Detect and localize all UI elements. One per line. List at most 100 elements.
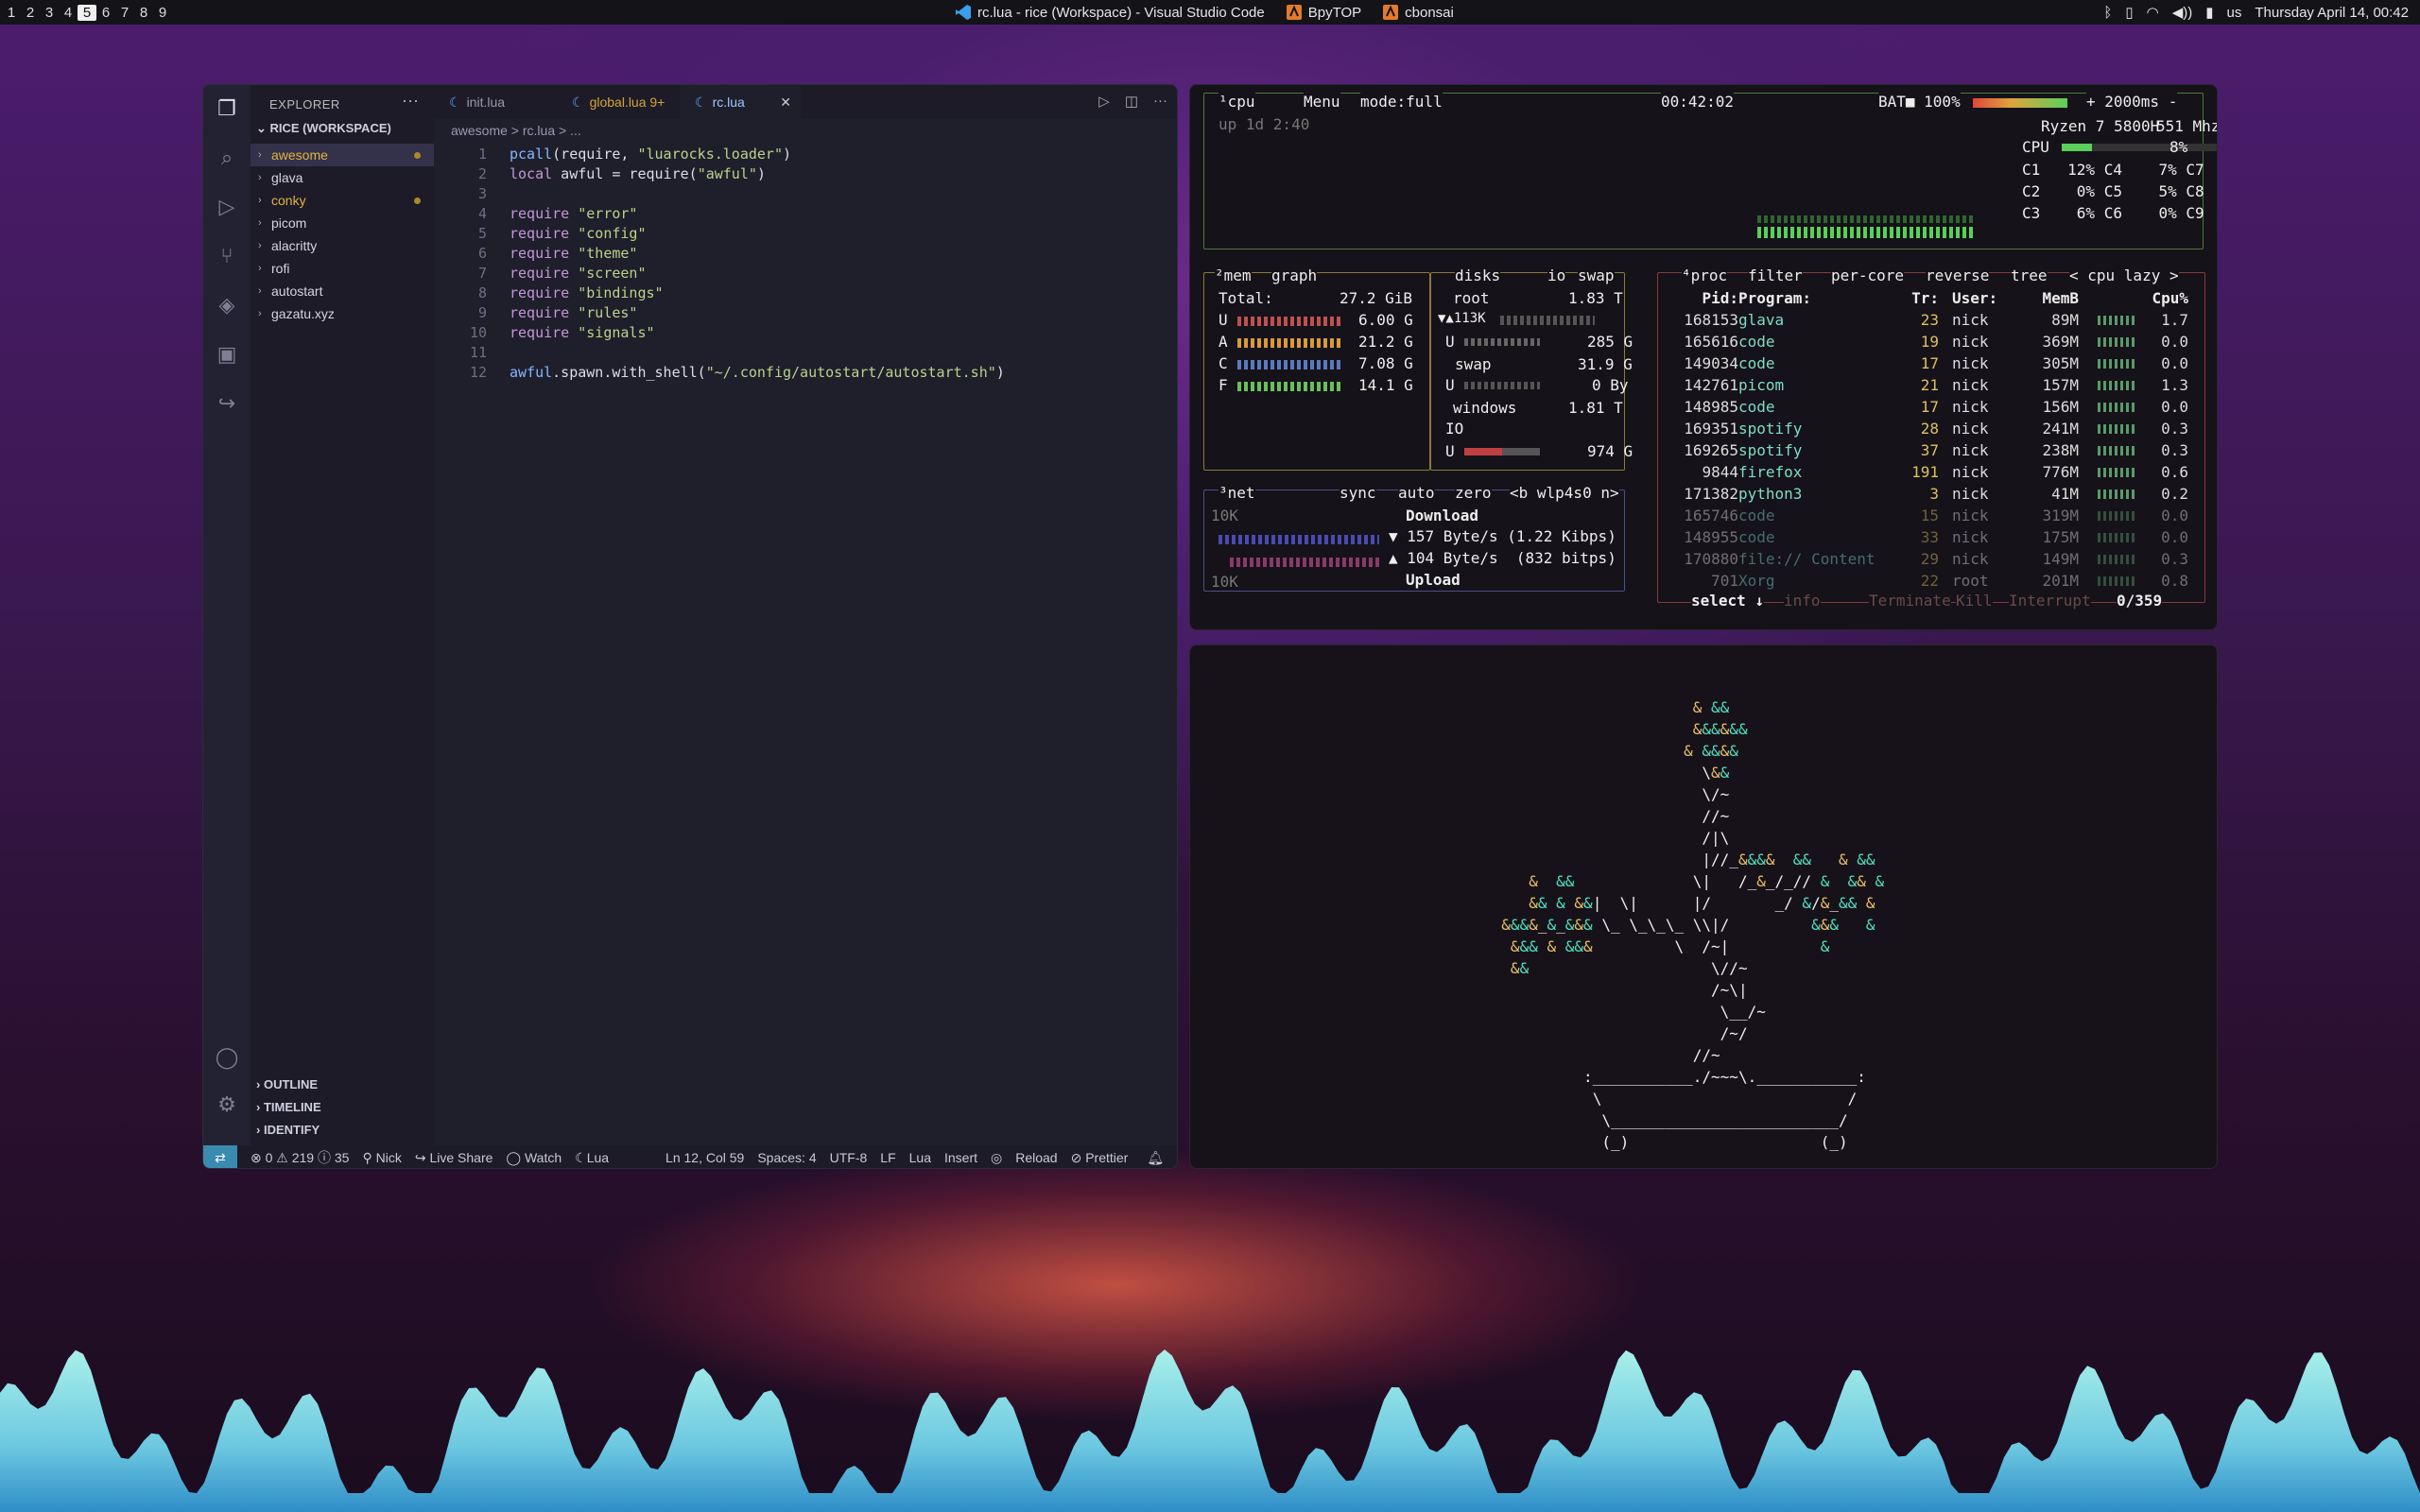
live-share-status[interactable]: ↪ Live Share [415, 1150, 493, 1166]
filter-button[interactable]: filter [1748, 266, 1803, 284]
more-actions-icon[interactable]: ··· [402, 91, 419, 111]
code-line[interactable]: local awful = require("awful") [510, 165, 766, 182]
mem-tab[interactable]: ²mem [1215, 266, 1252, 284]
extension-icon[interactable]: ◎ [991, 1150, 1002, 1166]
proc-footer-item[interactable]: Terminate [1869, 592, 1951, 610]
workspace-header[interactable]: ⌄ RICE (WORKSPACE) [256, 121, 391, 136]
proc-column-header[interactable]: Program: [1738, 289, 1880, 307]
proc-column-header[interactable]: MemB [2013, 289, 2079, 307]
mem-graph-toggle[interactable]: graph [1271, 266, 1318, 284]
code-line[interactable]: require "screen" [510, 265, 647, 282]
tab-rc-lua[interactable]: ☾ rc.lua ✕ [680, 85, 801, 119]
run-icon[interactable]: ▷ [1098, 93, 1110, 110]
account-icon[interactable]: ◯ [215, 1045, 239, 1070]
language-mode[interactable]: Lua [909, 1150, 931, 1165]
tab-init-lua[interactable]: ☾ init.lua [434, 85, 557, 119]
remote-icon[interactable]: ⇄ [203, 1145, 237, 1168]
indentation[interactable]: Spaces: 4 [757, 1150, 816, 1165]
disks-tab[interactable]: disks [1455, 266, 1501, 284]
task-cbonsai[interactable]: cbonsai [1382, 4, 1454, 21]
battery-icon[interactable]: ▮ [2205, 4, 2213, 21]
live-share-icon[interactable]: ↪ [215, 391, 239, 416]
timeline-section[interactable]: › TIMELINE [256, 1100, 321, 1114]
reverse-toggle[interactable]: reverse [1926, 266, 1990, 284]
split-editor-icon[interactable]: ◫ [1125, 93, 1138, 110]
folder-rofi[interactable]: › rofi [251, 257, 434, 280]
refresh-rate[interactable]: + 2000ms - [2086, 93, 2178, 111]
folder-gazatu-xyz[interactable]: › gazatu.xyz [251, 302, 434, 325]
io-toggle[interactable]: io [1547, 266, 1566, 284]
account-status[interactable]: ⚲ Nick [362, 1150, 401, 1166]
keyboard-layout[interactable]: us [2227, 5, 2242, 21]
per-core-toggle[interactable]: per-core [1831, 266, 1905, 284]
code-line[interactable]: require "rules" [510, 304, 637, 321]
problems-status[interactable]: ⊗ 0 ⚠ 219 ⓘ 35 [251, 1148, 349, 1167]
proc-footer-item[interactable]: 0/359 [2117, 592, 2163, 610]
folder-alacritty[interactable]: › alacritty [251, 234, 434, 257]
watch-status[interactable]: ◯ Watch [506, 1150, 562, 1166]
folder-picom[interactable]: › picom [251, 212, 434, 234]
proc-column-header[interactable]: Pid: [1670, 289, 1738, 307]
code-line[interactable]: require "error" [510, 205, 637, 222]
folder-conky[interactable]: › conky [251, 189, 434, 212]
folder-awesome[interactable]: › awesome [251, 144, 434, 166]
docker-icon[interactable]: ◈ [215, 293, 239, 318]
proc-footer-item[interactable]: Kill [1956, 592, 1993, 610]
task-bpytop[interactable]: BpyTOP [1286, 4, 1361, 21]
proc-footer-item[interactable]: info [1784, 592, 1821, 610]
menu-button[interactable]: Menu [1304, 93, 1340, 111]
search-icon[interactable]: ⌕ [215, 146, 239, 170]
identify-section[interactable]: › IDENTIFY [256, 1123, 320, 1137]
breadcrumb[interactable]: awesome > rc.lua > ... [451, 123, 581, 138]
clock[interactable]: Thursday April 14, 00:42 [2255, 5, 2409, 21]
encoding[interactable]: UTF-8 [830, 1150, 868, 1165]
workspace-4[interactable]: 4 [59, 5, 78, 21]
run-debug-icon[interactable]: ▷ [215, 195, 239, 219]
reload-button[interactable]: Reload [1015, 1150, 1057, 1165]
proc-column-header[interactable]: Cpu% [2135, 289, 2188, 307]
end-of-line[interactable]: LF [880, 1150, 895, 1165]
source-control-icon[interactable]: ⑂ [215, 244, 239, 268]
workspace-7[interactable]: 7 [115, 5, 134, 21]
zero-toggle[interactable]: zero [1455, 484, 1492, 502]
folder-autostart[interactable]: › autostart [251, 280, 434, 302]
code-line[interactable]: require "config" [510, 225, 647, 242]
more-icon[interactable]: ··· [1153, 93, 1167, 110]
proc-footer-item[interactable]: select ↓ [1691, 592, 1765, 610]
lua-status[interactable]: ☾Lua [575, 1150, 609, 1166]
code-line[interactable]: require "bindings" [510, 284, 664, 301]
auto-toggle[interactable]: auto [1398, 484, 1435, 502]
vim-mode[interactable]: Insert [944, 1150, 977, 1165]
sync-toggle[interactable]: sync [1340, 484, 1376, 502]
bell-icon[interactable]: 🔔︎ [1147, 1150, 1164, 1166]
volume-icon[interactable]: ◀)) [2172, 4, 2193, 21]
tree-toggle[interactable]: tree [2011, 266, 2048, 284]
cursor-position[interactable]: Ln 12, Col 59 [666, 1150, 744, 1165]
workspace-6[interactable]: 6 [96, 5, 115, 21]
sort-selector[interactable]: < cpu lazy > [2069, 266, 2179, 284]
workspace-2[interactable]: 2 [21, 5, 40, 21]
folder-glava[interactable]: › glava [251, 166, 434, 189]
workspace-3[interactable]: 3 [40, 5, 59, 21]
files-icon[interactable]: ❐ [215, 96, 239, 121]
close-icon[interactable]: ✕ [780, 85, 791, 119]
mode-button[interactable]: mode:full [1360, 93, 1443, 111]
code-line[interactable]: awful.spawn.with_shell("~/.config/autost… [510, 364, 1005, 381]
bluetooth-icon[interactable]: ᛒ [2103, 5, 2112, 21]
code-editor[interactable]: 1 pcall(require, "luarocks.loader") 2 local… [434, 142, 1177, 1145]
proc-footer-item[interactable]: Interrupt [2009, 592, 2091, 610]
tab-global-lua[interactable]: ☾ global.lua 9+ [557, 85, 680, 119]
workspace-1[interactable]: 1 [2, 5, 21, 21]
code-line[interactable]: require "signals" [510, 324, 655, 341]
outline-section[interactable]: › OUTLINE [256, 1077, 318, 1091]
cpu-tab[interactable]: ¹cpu [1219, 93, 1255, 111]
task-vscode[interactable]: rc.lua - rice (Workspace) - Visual Studi… [955, 4, 1265, 21]
swap-toggle[interactable]: swap [1578, 266, 1615, 284]
workspace-9[interactable]: 9 [153, 5, 172, 21]
remote-explorer-icon[interactable]: ▣ [215, 342, 239, 367]
proc-tab[interactable]: ⁴proc [1682, 266, 1728, 284]
code-line[interactable]: require "theme" [510, 245, 637, 262]
wifi-icon[interactable]: ◠ [2147, 4, 2159, 21]
interface-selector[interactable]: <b wlp4s0 n> [1510, 484, 1619, 502]
proc-column-header[interactable]: Tr: [1890, 289, 1939, 307]
